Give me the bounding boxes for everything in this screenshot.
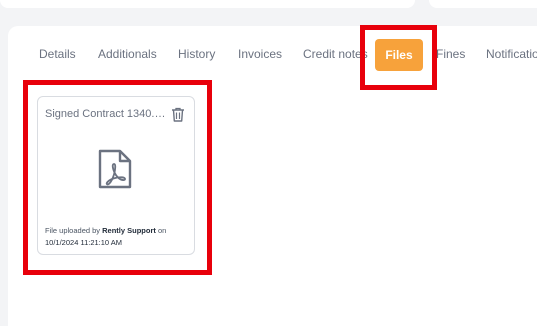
uploaded-on-word: on xyxy=(157,226,167,235)
tab-files[interactable]: Files xyxy=(375,39,423,71)
tab-details[interactable]: Details xyxy=(39,47,76,62)
tab-history[interactable]: History xyxy=(178,47,215,62)
tab-bar: Details Additionals History Invoices Cre… xyxy=(8,26,537,86)
uploaded-by-user: Rently Support xyxy=(102,226,156,235)
trash-icon[interactable] xyxy=(171,107,185,122)
uploaded-by-line: File uploaded by Rently Support on xyxy=(45,226,166,236)
tab-credit-notes[interactable]: Credit notes xyxy=(303,47,368,62)
tab-fines[interactable]: Fines xyxy=(436,47,465,62)
file-name: Signed Contract 1340.pdf xyxy=(45,108,169,120)
uploaded-date: 10/1/2024 11:21:10 AM xyxy=(45,238,123,247)
pdf-file-icon xyxy=(98,149,132,189)
uploaded-prefix: File uploaded by xyxy=(45,226,101,235)
file-card[interactable]: Signed Contract 1340.pdf File uploaded b… xyxy=(37,96,195,255)
tab-additionals[interactable]: Additionals xyxy=(98,47,157,62)
tab-invoices[interactable]: Invoices xyxy=(238,47,282,62)
tab-notifications[interactable]: Notifications xyxy=(486,47,537,62)
top-card-right xyxy=(429,0,537,8)
top-card-left xyxy=(0,0,415,8)
